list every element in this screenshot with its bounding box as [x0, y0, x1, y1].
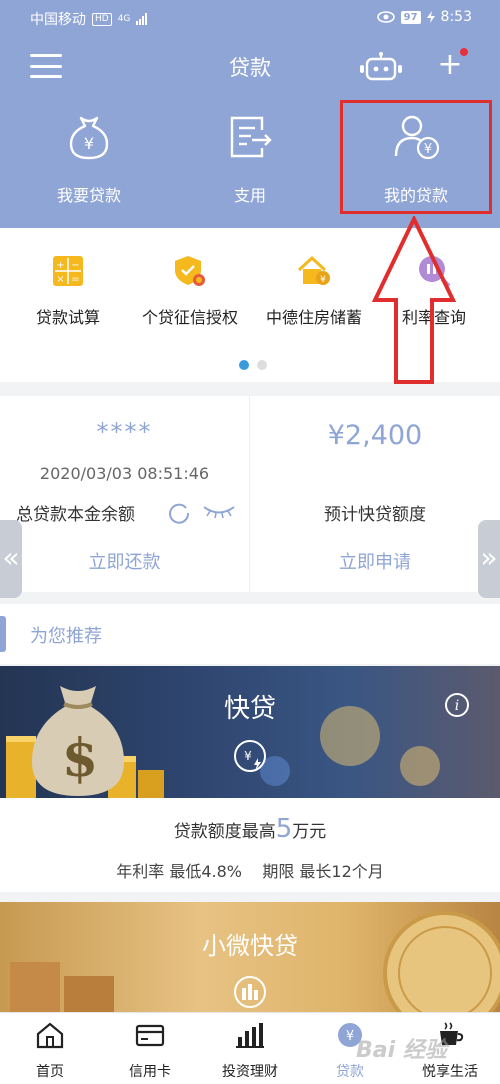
masked-balance[interactable]: **** — [0, 418, 249, 446]
top-func-drawdown[interactable]: 支用 — [175, 108, 325, 218]
recommend-header: 为您推荐 — [0, 604, 500, 664]
bottom-nav-label: 贷款 — [336, 1064, 364, 1080]
money-bag-icon: ¥ — [69, 116, 109, 160]
top-func-apply-loan[interactable]: ¥ 我要贷款 — [14, 108, 164, 218]
status-bar: 中国移动 HD 4G 97 8:53 — [0, 0, 500, 36]
signal-icon — [136, 13, 148, 25]
building-chart-icon — [234, 976, 266, 1008]
svg-text:i: i — [455, 698, 459, 714]
quick-item-label: 中德住房储蓄 — [265, 308, 362, 327]
chevron-left-icon[interactable]: « — [0, 520, 22, 598]
shield-badge-icon — [175, 256, 205, 286]
quick-loan-amount: ¥2,400 — [327, 420, 423, 451]
loan-limit-line: 贷款额度最高5万元 — [0, 814, 500, 844]
svg-text:×: × — [56, 274, 64, 285]
bottom-nav-label: 信用卡 — [129, 1064, 171, 1080]
recommend-title: 为您推荐 — [30, 626, 102, 647]
network-type: 4G — [117, 14, 131, 24]
quick-item-label: 个贷征信授权 — [141, 308, 238, 327]
carousel-dots — [239, 360, 267, 370]
top-func-label: 支用 — [233, 186, 266, 205]
house-icon: ¥ — [297, 255, 330, 285]
clock: 8:53 — [440, 9, 472, 25]
repay-now-button[interactable]: 立即还款 — [0, 548, 249, 574]
calculator-icon: + − × = — [53, 256, 83, 286]
bottom-nav-credit-card[interactable]: 信用卡 — [100, 1021, 200, 1081]
top-func-label: 我要贷款 — [56, 186, 121, 205]
eye-closed-icon[interactable] — [202, 502, 236, 520]
up-arrow-annotation — [372, 216, 456, 384]
svg-text:¥: ¥ — [320, 275, 326, 285]
watermark: Bai 经验 — [356, 1038, 447, 1063]
eye-comfort-icon — [376, 11, 395, 23]
loan-summary: **** 2020/03/03 08:51:46 总贷款本金余额 立即还款 ¥2… — [0, 396, 500, 592]
quick-loan-card[interactable]: 贷款额度最高5万元 年利率 最低4.8% 期限 最长12个月 — [0, 798, 500, 892]
banner-title: 快贷 — [223, 694, 276, 724]
robot-assistant-icon[interactable] — [358, 52, 404, 82]
svg-text:$: $ — [62, 728, 98, 789]
bottom-nav-label: 首页 — [36, 1064, 64, 1080]
carousel-dot[interactable] — [257, 360, 267, 370]
loan-limit-suffix: 万元 — [292, 822, 327, 842]
svg-text:¥: ¥ — [346, 1029, 354, 1044]
svg-text:¥: ¥ — [244, 749, 252, 763]
info-icon[interactable]: i — [444, 692, 470, 718]
notification-dot — [460, 48, 468, 56]
quick-item-housing-savings[interactable]: ¥ 中德住房储蓄 — [258, 254, 370, 328]
loan-limit-prefix: 贷款额度最高 — [173, 822, 276, 842]
carousel-dot-active[interactable] — [239, 360, 249, 370]
battery-indicator: 97 — [400, 10, 421, 24]
refresh-icon[interactable] — [168, 502, 190, 524]
header: 中国移动 HD 4G 97 8:53 贷款 + ¥ 我要贷款 支用 ¥ 我的贷款 — [0, 0, 500, 228]
balance-label: 总贷款本金余额 — [16, 505, 135, 525]
quick-loan-banner[interactable]: $ 快贷 i ¥ — [0, 666, 500, 798]
transfer-document-icon — [230, 116, 272, 158]
hd-badge: HD — [92, 12, 112, 26]
bottom-nav-label: 悦享生活 — [422, 1064, 478, 1080]
svg-text:=: = — [71, 274, 79, 285]
quick-item-loan-calculator[interactable]: + − × = 贷款试算 — [30, 254, 106, 328]
svg-text:−: − — [71, 260, 79, 271]
section-accent-bar — [0, 616, 6, 652]
svg-text:+: + — [56, 260, 64, 271]
plus-icon[interactable]: + — [436, 50, 464, 80]
bottom-nav-investment[interactable]: 投资理财 — [200, 1021, 300, 1081]
bottom-nav-label: 投资理财 — [222, 1064, 278, 1080]
bar-chart-icon — [236, 1023, 264, 1048]
charging-icon — [426, 11, 435, 23]
money-bag-coins-illustration: $ — [6, 686, 164, 798]
bottom-nav-home[interactable]: 首页 — [0, 1021, 100, 1081]
quota-label: 预计快贷额度 — [324, 505, 426, 525]
highlight-box — [340, 100, 492, 214]
apply-now-button[interactable]: 立即申请 — [250, 548, 500, 574]
loan-limit-number: 5 — [275, 814, 293, 844]
svg-text:¥: ¥ — [84, 134, 94, 153]
chevron-right-icon[interactable]: » — [478, 520, 500, 598]
loan-rate-line: 年利率 最低4.8% 期限 最长12个月 — [116, 862, 384, 881]
micro-loan-banner[interactable]: 小微快贷 — [0, 902, 500, 1012]
yen-bolt-icon: ¥ — [234, 740, 266, 772]
balance-datetime: 2020/03/03 08:51:46 — [39, 464, 210, 483]
credit-card-icon — [135, 1024, 165, 1047]
quick-item-credit-authorization[interactable]: 个贷征信授权 — [134, 254, 246, 328]
carrier-name: 中国移动 — [30, 12, 86, 28]
nav-bar: 贷款 + — [0, 38, 500, 94]
banner-title: 小微快贷 — [202, 932, 298, 960]
page-title: 贷款 — [229, 56, 271, 80]
home-icon — [36, 1022, 64, 1049]
quick-item-label: 贷款试算 — [35, 308, 100, 327]
